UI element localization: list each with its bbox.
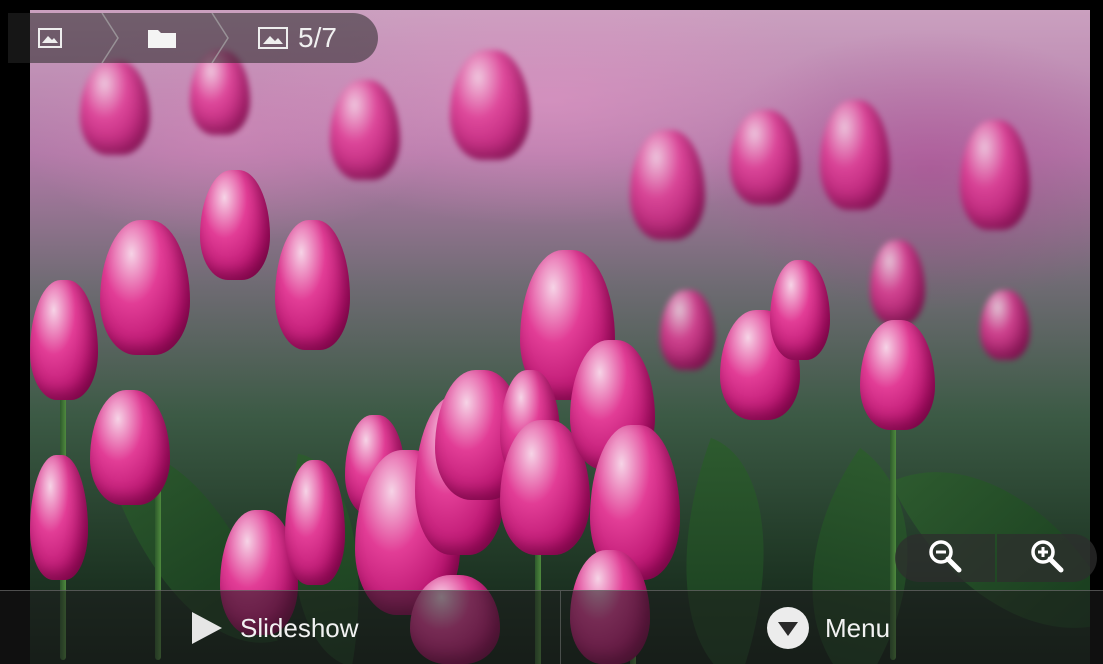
zoom-in-button[interactable] (997, 534, 1097, 582)
image-icon (258, 27, 288, 49)
chevron-right-icon (100, 12, 120, 64)
breadcrumb: 5/7 (8, 12, 378, 64)
zoom-out-button[interactable] (895, 534, 995, 582)
zoom-out-icon (928, 539, 962, 578)
image-icon (38, 28, 62, 48)
folder-icon (146, 26, 178, 50)
play-icon (188, 610, 224, 646)
chevron-right-icon (210, 12, 230, 64)
zoom-controls (895, 534, 1097, 582)
breadcrumb-item-folder[interactable] (146, 13, 206, 63)
menu-button[interactable]: Menu (765, 591, 890, 664)
menu-down-icon (765, 605, 811, 651)
breadcrumb-item-albums[interactable] (38, 13, 98, 63)
zoom-in-icon (1030, 539, 1064, 578)
image-position-counter: 5/7 (298, 22, 337, 53)
breadcrumb-item-current-image[interactable]: 5/7 (258, 13, 368, 63)
bottom-bar-divider (560, 591, 561, 664)
slideshow-label: Slideshow (240, 612, 359, 643)
bottom-action-bar: Slideshow Menu (0, 590, 1103, 664)
gallery-screen: 5/7 Slideshow Menu (0, 0, 1103, 664)
menu-label: Menu (825, 612, 891, 643)
slideshow-button[interactable]: Slideshow (188, 591, 359, 664)
